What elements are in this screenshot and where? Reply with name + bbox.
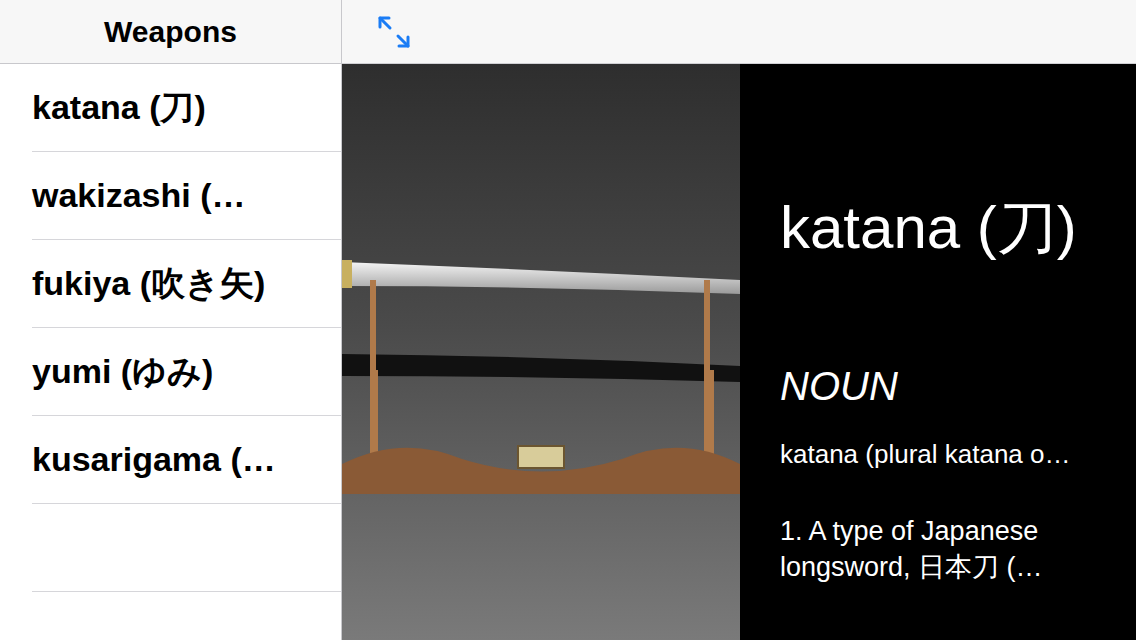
app: Weapons katana (刀) wakizashi (… fukiya (吹き矢…: [0, 0, 1136, 640]
detail-panel: katana (刀) NOUN katana (plural katana o… 1.…: [740, 64, 1136, 640]
sidebar-item-label: kusarigama (…: [32, 440, 276, 479]
content: katana (刀) NOUN katana (plural katana o… 1.…: [342, 64, 1136, 640]
main: katana (刀) NOUN katana (plural katana o… 1.…: [342, 0, 1136, 640]
summary: katana (plural katana o…: [780, 438, 1120, 470]
weapon-list: katana (刀) wakizashi (… fukiya (吹き矢) yumi (…: [0, 64, 341, 592]
definition: 1. A type of Japanese longsword, 日本刀 (…: [780, 513, 1110, 585]
toolbar: [342, 0, 1136, 64]
sidebar-title: Weapons: [104, 15, 237, 49]
sidebar: Weapons katana (刀) wakizashi (… fukiya (吹き矢…: [0, 0, 342, 640]
sidebar-item-label: yumi (ゆみ): [32, 349, 213, 395]
detail-title: katana (刀): [780, 192, 1120, 264]
sidebar-item[interactable]: yumi (ゆみ): [0, 328, 341, 416]
empty-row: [0, 504, 341, 592]
expand-icon[interactable]: [372, 10, 416, 54]
sidebar-item-label: wakizashi (…: [32, 176, 246, 215]
sidebar-item-label: fukiya (吹き矢): [32, 261, 265, 307]
sidebar-item[interactable]: fukiya (吹き矢): [0, 240, 341, 328]
sidebar-item[interactable]: wakizashi (…: [0, 152, 341, 240]
part-of-speech: NOUN: [780, 364, 1120, 408]
sidebar-item-label: katana (刀): [32, 85, 206, 131]
sidebar-item[interactable]: kusarigama (…: [0, 416, 341, 504]
sidebar-item[interactable]: katana (刀): [0, 64, 341, 152]
sidebar-header: Weapons: [0, 0, 341, 64]
katana-photo: [342, 64, 740, 640]
